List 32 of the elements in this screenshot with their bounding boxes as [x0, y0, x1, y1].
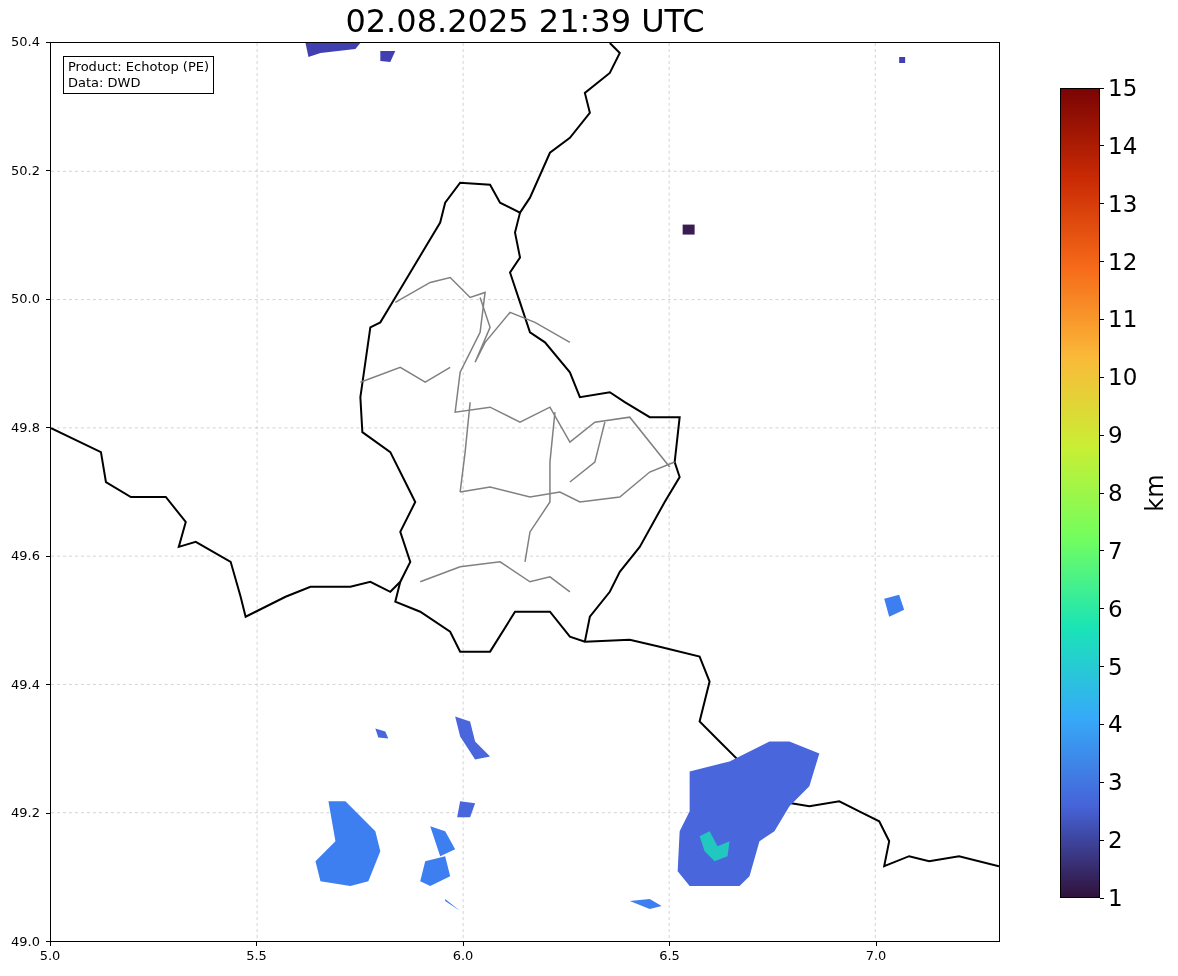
chart-title: 02.08.2025 21:39 UTC	[345, 5, 705, 37]
colorbar-tick-label: 7	[1107, 536, 1123, 565]
x-tick-label: 6.0	[452, 948, 474, 964]
y-tick-label: 50.0	[11, 291, 41, 308]
colorbar-tick-label: 1	[1107, 884, 1123, 912]
x-tick-label: 6.5	[659, 948, 680, 964]
colorbar-tick-label: 12	[1107, 247, 1138, 276]
colorbar-label: km	[1140, 474, 1170, 512]
colorbar-tick-label: 14	[1107, 131, 1138, 160]
y-tick-label: 49.0	[11, 934, 41, 950]
colorbar-tick-label: 13	[1107, 189, 1138, 218]
legend-text: Product: Echotop (PE)	[68, 59, 210, 75]
colorbar-tick-label: 10	[1107, 363, 1138, 392]
y-tick-label: 49.2	[11, 805, 41, 822]
colorbar-tick-label: 2	[1107, 826, 1123, 855]
legend-text: Data: DWD	[68, 75, 142, 91]
colorbar-tick-label: 9	[1107, 421, 1123, 450]
y-tick-label: 49.4	[11, 676, 41, 693]
x-tick-label: 7.0	[865, 948, 887, 964]
y-tick-label: 49.8	[11, 419, 41, 436]
colorbar-tick-label: 11	[1107, 305, 1138, 334]
x-tick-label: 5.5	[246, 948, 267, 964]
colorbar-tick-label: 8	[1107, 479, 1123, 507]
y-tick-label: 50.4	[11, 34, 41, 50]
x-tick-label: 5.0	[39, 948, 61, 964]
y-tick-label: 50.2	[11, 162, 41, 179]
colorbar-tick-label: 4	[1107, 710, 1123, 739]
y-tick-label: 49.6	[11, 548, 41, 565]
colorbar-tick-label: 5	[1107, 652, 1123, 681]
colorbar-tick-label: 6	[1107, 594, 1123, 623]
colorbar-tick-label: 3	[1107, 768, 1123, 797]
colorbar-tick-label: 15	[1107, 74, 1138, 102]
